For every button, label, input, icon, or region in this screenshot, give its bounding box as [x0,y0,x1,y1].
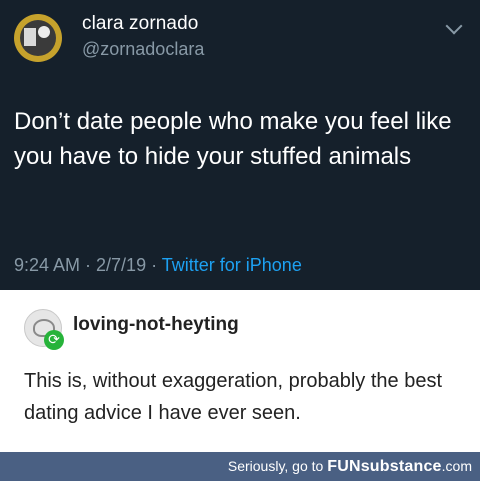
watermark-brand: FUNsubstance [327,458,442,475]
reblog-username[interactable]: loving-not-heyting [73,314,239,336]
user-handle[interactable]: @zornadoclara [82,39,204,60]
reblog-icon: ⟳ [44,330,64,350]
tweet-meta: 9:24 AM · 2/7/19 · Twitter for iPhone [14,255,302,276]
tweet-text: Don’t date people who make you feel like… [14,108,452,170]
watermark-prefix: Seriously, go to [227,458,328,474]
display-name[interactable]: clara zornado [82,13,198,35]
tweet-card: clara zornado @zornadoclara Don’t date p… [0,0,480,290]
watermark-footer: Seriously, go to FUNsubstance.com [0,452,480,481]
reblog-body: This is, without exaggeration, probably … [24,370,443,424]
reblog-post: ⟳ loving-not-heyting This is, without ex… [0,290,480,452]
chevron-down-icon[interactable] [445,17,463,35]
watermark-suffix: .com [441,458,472,474]
tweet-source-link[interactable]: Twitter for iPhone [162,255,302,275]
user-avatar[interactable] [14,14,62,62]
tweet-timestamp: 9:24 AM · 2/7/19 · [14,255,162,275]
watermark-text: Seriously, go to FUNsubstance.com [228,458,472,476]
